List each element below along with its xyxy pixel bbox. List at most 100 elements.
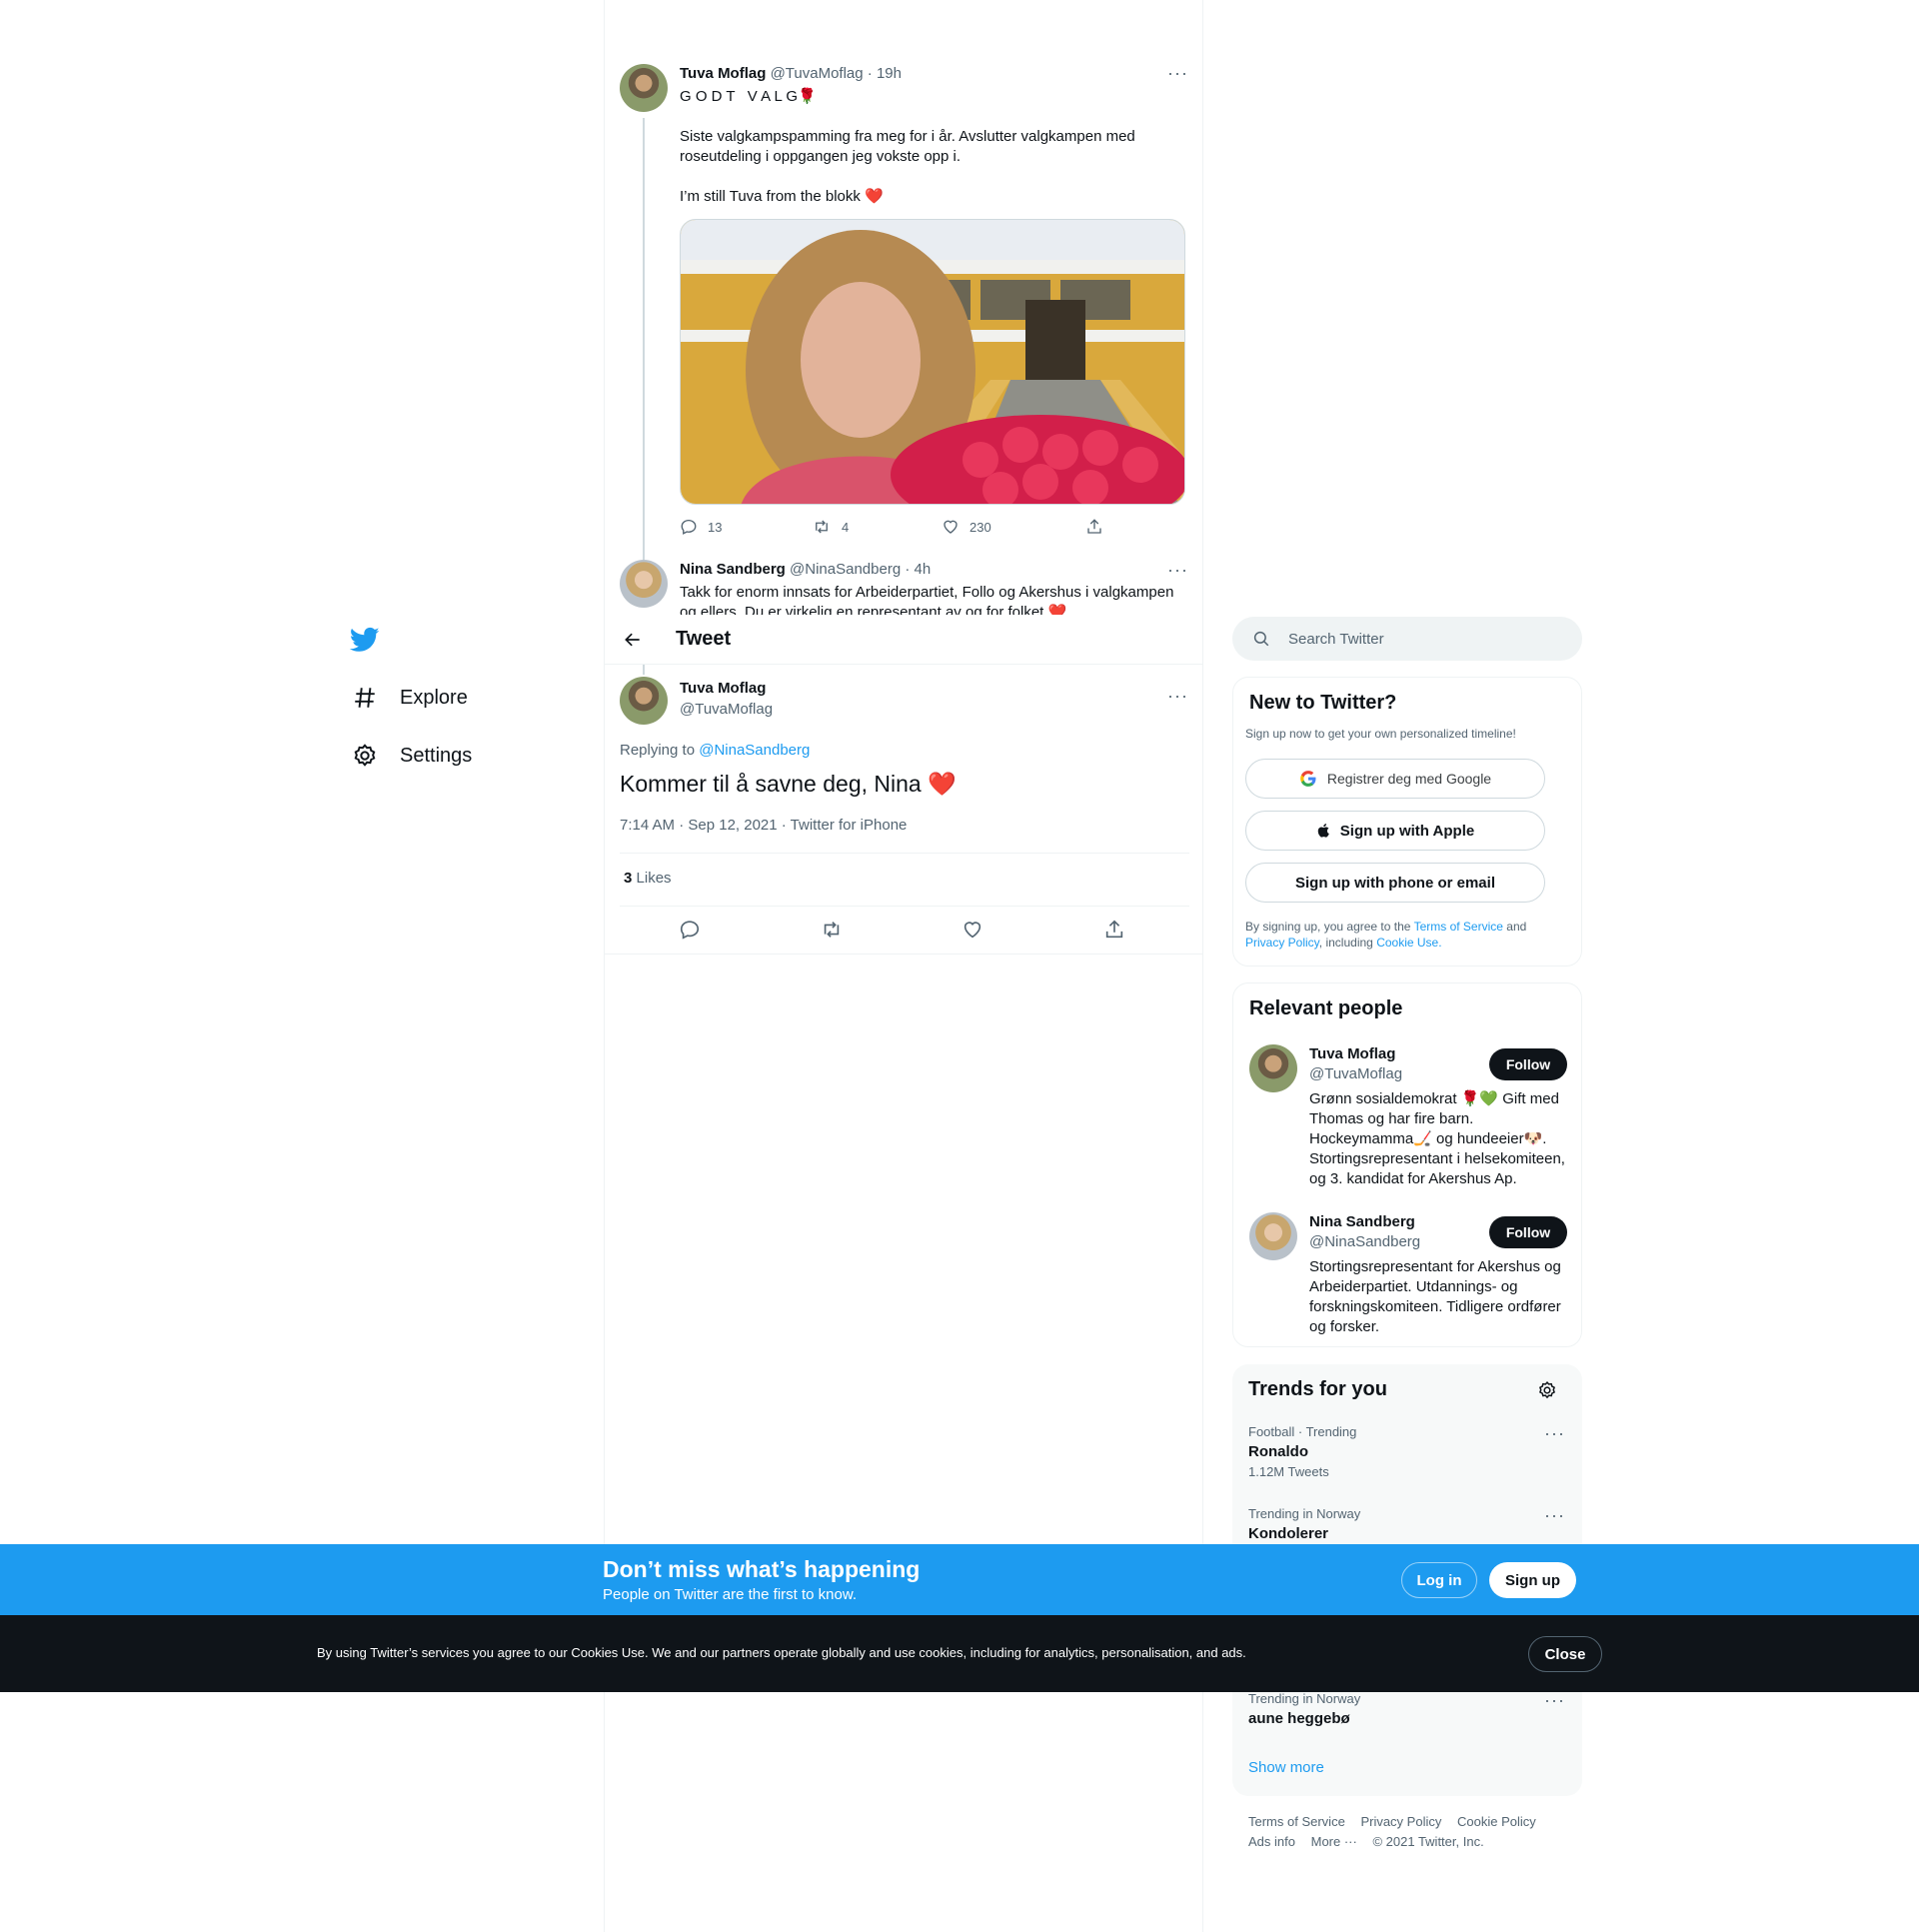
- tweet-meta[interactable]: 7:14 AM · Sep 12, 2021 · Twitter for iPh…: [620, 817, 907, 834]
- author-name[interactable]: Nina Sandberg: [680, 561, 786, 578]
- share-button[interactable]: [1085, 518, 1103, 536]
- avatar[interactable]: [1249, 1044, 1297, 1092]
- trend-name: Kondolerer: [1248, 1525, 1329, 1542]
- card-title: New to Twitter?: [1249, 692, 1397, 714]
- avatar[interactable]: [620, 560, 668, 608]
- author-handle[interactable]: @NinaSandberg: [790, 561, 901, 578]
- privacy-link[interactable]: Privacy Policy: [1245, 936, 1319, 950]
- replying-to: Replying to @NinaSandberg: [620, 742, 810, 759]
- banner-title: Don’t miss what’s happening: [603, 1556, 921, 1582]
- trend-count: 1.12M Tweets: [1248, 1464, 1329, 1479]
- new-to-twitter-card: New to Twitter? Sign up now to get your …: [1232, 677, 1582, 966]
- trend-category: Trending in Norway: [1248, 1691, 1361, 1706]
- hashtag-icon: [352, 685, 378, 711]
- signup-label: Sign up: [1505, 1571, 1560, 1589]
- more-options-icon[interactable]: ···: [1167, 64, 1188, 82]
- separator: ·: [905, 561, 911, 578]
- replying-handle-link[interactable]: @NinaSandberg: [699, 742, 810, 759]
- phone-email-signup-button[interactable]: Sign up with phone or email: [1245, 863, 1545, 903]
- tweet-text: G O D T V A L G🌹 Siste valgkampspamming …: [680, 87, 1189, 207]
- login-button[interactable]: Log in: [1401, 1562, 1477, 1598]
- follow-button[interactable]: Follow: [1489, 1048, 1567, 1080]
- signup-button[interactable]: Sign up: [1489, 1562, 1576, 1598]
- cookie-text: By using Twitter’s services you agree to…: [317, 1645, 1246, 1660]
- tweet-text-line: G O D T V A L G🌹: [680, 88, 817, 105]
- main-tweet-text: Kommer til å savne deg, Nina ❤️: [620, 771, 957, 797]
- footer-more-link[interactable]: More ···: [1311, 1834, 1357, 1849]
- reply-icon: [679, 919, 701, 941]
- author-name[interactable]: Tuva Moflag: [680, 65, 766, 82]
- search-input[interactable]: Search Twitter: [1232, 617, 1582, 661]
- google-icon: [1299, 770, 1317, 788]
- search-icon: [1252, 630, 1270, 648]
- avatar[interactable]: [620, 64, 668, 112]
- avatar[interactable]: [1249, 1212, 1297, 1260]
- card-subtitle: Sign up now to get your own personalized…: [1245, 727, 1516, 741]
- retweet-button[interactable]: 4: [812, 518, 849, 536]
- google-signup-button[interactable]: Registrer deg med Google: [1245, 759, 1545, 799]
- divider: [620, 906, 1189, 907]
- nav-settings[interactable]: Settings: [352, 743, 472, 769]
- like-button[interactable]: 230: [942, 518, 991, 536]
- avatar[interactable]: [620, 677, 668, 725]
- tweet-photo[interactable]: [680, 219, 1185, 505]
- likes-count: 3: [624, 870, 633, 887]
- card-title: Relevant people: [1249, 997, 1403, 1019]
- likes-label: Likes: [636, 870, 672, 887]
- signup-legal: By signing up, you agree to the Terms of…: [1245, 919, 1565, 951]
- share-button[interactable]: [1103, 919, 1125, 941]
- bio-line: og forsker.: [1309, 1318, 1380, 1335]
- more-options-icon[interactable]: ···: [1167, 561, 1188, 579]
- like-button[interactable]: [961, 919, 983, 941]
- footer-ads-link[interactable]: Ads info: [1248, 1834, 1295, 1849]
- tweet-text-line: I’m still Tuva from the blokk ❤️: [680, 188, 884, 205]
- reply-icon: [680, 518, 698, 536]
- more-options-icon[interactable]: ···: [1544, 1506, 1565, 1524]
- more-options-icon[interactable]: ···: [1167, 687, 1188, 705]
- nav-explore[interactable]: Explore: [352, 685, 468, 711]
- follow-label: Follow: [1505, 1056, 1551, 1072]
- trend-item[interactable]: Football · Trending Ronaldo 1.12M Tweets: [1248, 1424, 1568, 1479]
- follow-button[interactable]: Follow: [1489, 1216, 1567, 1248]
- more-options-icon[interactable]: ···: [1544, 1691, 1565, 1709]
- relevant-people-card: Relevant people Tuva Moflag @TuvaMoflag …: [1232, 982, 1582, 1347]
- share-icon: [1103, 919, 1125, 941]
- phone-email-signup-label: Sign up with phone or email: [1294, 874, 1495, 892]
- more-options-icon[interactable]: ···: [1544, 1424, 1565, 1442]
- reply-button[interactable]: [679, 919, 701, 941]
- trend-item[interactable]: Trending in Norway aune heggebø: [1248, 1691, 1568, 1727]
- tos-link[interactable]: Terms of Service: [1414, 920, 1503, 934]
- author-name[interactable]: Tuva Moflag: [680, 680, 766, 697]
- twitter-logo-icon[interactable]: [350, 625, 380, 655]
- footer-cookie-link[interactable]: Cookie Policy: [1457, 1814, 1536, 1829]
- apple-signup-button[interactable]: Sign up with Apple: [1245, 811, 1545, 851]
- footer-tos-link[interactable]: Terms of Service: [1248, 1814, 1345, 1829]
- legal-text: , including: [1318, 936, 1373, 950]
- footer-privacy-link[interactable]: Privacy Policy: [1360, 1814, 1441, 1829]
- trend-name: Ronaldo: [1248, 1443, 1308, 1460]
- follow-label: Follow: [1505, 1224, 1551, 1240]
- person-handle[interactable]: @TuvaMoflag: [1309, 1065, 1402, 1082]
- person-name[interactable]: Nina Sandberg: [1309, 1213, 1415, 1230]
- card-title: Trends for you: [1248, 1378, 1387, 1400]
- retweet-button[interactable]: [820, 919, 844, 941]
- reply-button[interactable]: 13: [680, 518, 722, 536]
- person-name[interactable]: Tuva Moflag: [1309, 1045, 1395, 1062]
- close-cookie-button[interactable]: Close: [1528, 1636, 1602, 1672]
- tweet-text-line: og ellers. Du er virkelig en representan…: [680, 604, 1067, 615]
- likes-stat[interactable]: 3 Likes: [624, 870, 672, 887]
- gear-icon[interactable]: [1537, 1380, 1557, 1400]
- tweet-time[interactable]: 4h: [915, 561, 932, 578]
- back-arrow-icon[interactable]: [623, 630, 643, 650]
- tweet-time[interactable]: 19h: [877, 65, 902, 82]
- person-handle[interactable]: @NinaSandberg: [1309, 1233, 1420, 1250]
- tweet-page-header: Tweet: [605, 615, 1202, 665]
- person-bio: Grønn sosialdemokrat 🌹💚 Gift med Thomas …: [1309, 1089, 1579, 1189]
- cookie-link[interactable]: Cookie Use.: [1376, 936, 1441, 950]
- retweet-icon: [820, 919, 844, 941]
- trend-item[interactable]: Trending in Norway Kondolerer: [1248, 1506, 1568, 1542]
- nav-settings-label: Settings: [400, 744, 473, 767]
- author-handle[interactable]: @TuvaMoflag: [771, 65, 864, 82]
- author-handle[interactable]: @TuvaMoflag: [680, 701, 773, 718]
- show-more-link[interactable]: Show more: [1248, 1759, 1324, 1776]
